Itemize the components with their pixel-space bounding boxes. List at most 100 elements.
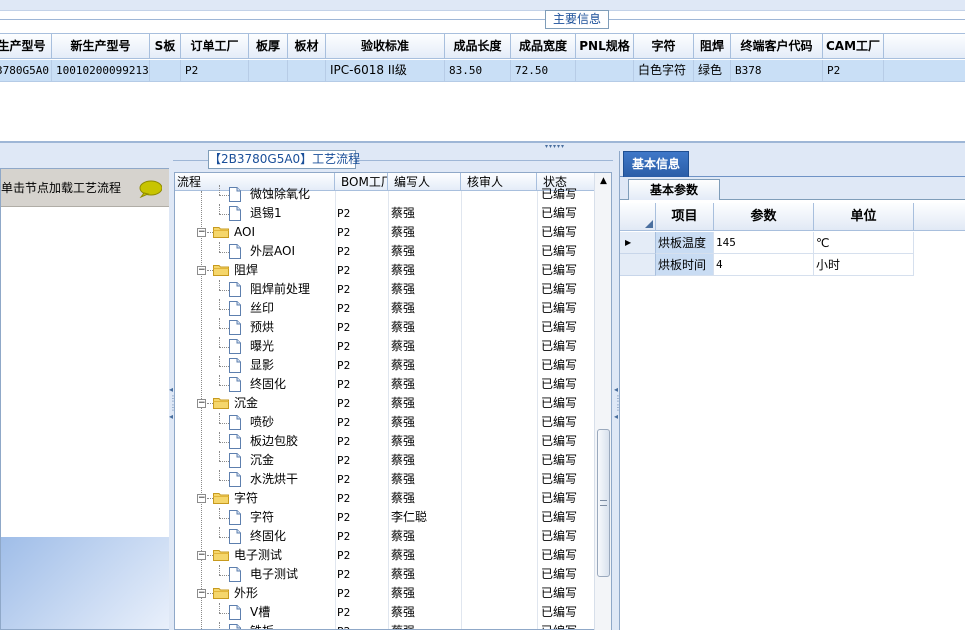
collapse-icon[interactable]: −	[197, 494, 206, 503]
tree-folder-row[interactable]: − 电子测试 P2 蔡强 已编写	[175, 546, 595, 565]
tree-step-row[interactable]: 水洗烘干 P2 蔡强 已编写	[175, 470, 595, 489]
tree-step-row[interactable]: 铣板 P2蔡强 已编写	[175, 622, 595, 629]
column-header[interactable]: 参数	[714, 203, 814, 231]
tree-folder-row[interactable]: − 阻焊 P2 蔡强 已编写	[175, 261, 595, 280]
folder-icon	[213, 265, 229, 276]
column-header[interactable]: 阻焊	[694, 34, 731, 59]
tree-folder-row[interactable]: − AOI P2 蔡强 已编写	[175, 223, 595, 242]
splitter-grip-icon[interactable]: ▾▾▾▾▾	[545, 144, 585, 150]
horizontal-splitter[interactable]	[0, 143, 965, 151]
column-header[interactable]: 终端客户代码	[731, 34, 823, 59]
collapse-left-icon[interactable]: ◂ ⋮ ⋮ ◂	[169, 385, 177, 545]
column-header[interactable]: 项目	[656, 203, 714, 231]
param-row[interactable]: ▶ 烘板温度 145 ℃	[620, 232, 965, 254]
status-cell: 已编写	[541, 301, 578, 315]
table-cell[interactable]	[576, 60, 634, 81]
table-cell[interactable]: B378	[731, 60, 823, 81]
status-cell: 已编写	[541, 567, 578, 581]
scroll-up-arrow-icon[interactable]: ▲	[595, 173, 612, 190]
table-cell[interactable]	[150, 60, 181, 81]
column-header[interactable]: 验收标准	[326, 34, 445, 59]
param-row[interactable]: 烘板时间 4 小时	[620, 254, 965, 276]
current-row-indicator-icon[interactable]: ▶	[620, 232, 656, 254]
collapse-right-icon[interactable]: ◂ ⋮ ⋮ ◂	[614, 385, 622, 545]
writer-cell: 蔡强	[391, 244, 416, 258]
tree-step-row[interactable]: 阻焊前处理 P2 蔡强 已编写	[175, 280, 595, 299]
tree-step-row[interactable]: 沉金 P2 蔡强 已编写	[175, 451, 595, 470]
column-header[interactable]: 生产型号	[0, 34, 52, 59]
tree-folder-row[interactable]: − 外形 P2 蔡强 已编写	[175, 584, 595, 603]
table-cell[interactable]	[249, 60, 288, 81]
tree-step-row[interactable]: V槽 P2 蔡强 已编写	[175, 603, 595, 622]
table-cell[interactable]: 3780G5A0	[0, 60, 52, 81]
table-cell[interactable]: P2	[823, 60, 884, 81]
column-header[interactable]: 字符	[634, 34, 694, 59]
param-unit-cell[interactable]: 小时	[814, 254, 914, 276]
status-cell: 已编写	[541, 586, 578, 600]
table-cell[interactable]: 72.50	[511, 60, 576, 81]
tree-step-row[interactable]: 电子测试 P2 蔡强 已编写	[175, 565, 595, 584]
collapse-icon[interactable]: −	[197, 589, 206, 598]
table-cell[interactable]: 10010200099213	[52, 60, 150, 81]
collapse-icon[interactable]: −	[197, 266, 206, 275]
tree-connector	[219, 204, 220, 214]
table-cell[interactable]: IPC-6018 II级	[326, 60, 445, 81]
tree-step-row[interactable]: 喷砂 P2 蔡强 已编写	[175, 413, 595, 432]
column-header[interactable]: PNL规格	[576, 34, 634, 59]
tree-step-row[interactable]: 字符 P2 李仁聪 已编写	[175, 508, 595, 527]
writer-cell: 蔡强	[391, 415, 416, 429]
table-cell[interactable]	[288, 60, 326, 81]
tree-step-row[interactable]: 微蚀除氧化 已编写	[175, 185, 595, 204]
scroll-thumb[interactable]	[597, 429, 610, 577]
column-header[interactable]: 新生产型号	[52, 34, 150, 59]
corner-triangle-icon	[645, 220, 653, 228]
tree-folder-row[interactable]: − 字符 P2 蔡强 已编写	[175, 489, 595, 508]
tree-folder-row[interactable]: − 沉金 P2 蔡强 已编写	[175, 394, 595, 413]
tree-step-row[interactable]: 退锡1 P2 蔡强 已编写	[175, 204, 595, 223]
column-header[interactable]: 板材	[288, 34, 326, 59]
tree-node-label: 终固化	[250, 377, 287, 391]
status-cell: 已编写	[541, 206, 578, 220]
collapse-icon[interactable]: −	[197, 399, 206, 408]
tree-node-label: V槽	[250, 605, 271, 619]
column-header[interactable]: 成品宽度	[511, 34, 576, 59]
param-item-cell[interactable]: 烘板时间	[656, 254, 714, 276]
param-value-cell[interactable]: 4	[714, 254, 814, 276]
column-header[interactable]: S板	[150, 34, 181, 59]
process-vertical-scrollbar[interactable]: ▲	[594, 173, 611, 630]
param-value-cell[interactable]: 145	[714, 232, 814, 254]
tree-step-row[interactable]: 曝光 P2 蔡强 已编写	[175, 337, 595, 356]
param-item-cell[interactable]: 烘板温度	[656, 232, 714, 254]
bom-factory-cell: P2	[337, 226, 351, 239]
tab-basic-info[interactable]: 基本信息	[623, 151, 689, 177]
main-info-row[interactable]: 3780G5A0 10010200099213 P2 IPC-6018 II级 83.5…	[0, 60, 965, 82]
tree-step-row[interactable]: 板边包胶 P2 蔡强 已编写	[175, 432, 595, 451]
collapse-icon[interactable]: −	[197, 228, 206, 237]
table-cell[interactable]: 绿色	[694, 60, 731, 81]
column-header[interactable]: 板厚	[249, 34, 288, 59]
collapse-icon[interactable]: −	[197, 551, 206, 560]
tree-connector	[219, 413, 220, 423]
table-cell[interactable]: P2	[181, 60, 249, 81]
table-cell[interactable]: 白色字符	[634, 60, 694, 81]
basic-info-panel: 基本信息 基本参数 项目 参数 单位 ▶ 烘板温度 145 ℃ 烘板时间 4 小时	[619, 151, 965, 630]
column-header[interactable]: CAM工厂	[823, 34, 884, 59]
status-cell: 已编写	[541, 622, 591, 629]
row-header[interactable]	[620, 254, 656, 276]
table-cell[interactable]: 83.50	[445, 60, 511, 81]
bom-factory-cell: P2	[337, 492, 351, 505]
tab-basic-params[interactable]: 基本参数	[628, 179, 720, 200]
writer-cell: 蔡强	[391, 358, 416, 372]
folder-icon	[213, 398, 229, 409]
tree-step-row[interactable]: 丝印 P2 蔡强 已编写	[175, 299, 595, 318]
column-header[interactable]: 成品长度	[445, 34, 511, 59]
column-header[interactable]: 单位	[814, 203, 914, 231]
column-header[interactable]: 订单工厂	[181, 34, 249, 59]
tree-step-row[interactable]: 显影 P2 蔡强 已编写	[175, 356, 595, 375]
tree-step-row[interactable]: 预烘 P2 蔡强 已编写	[175, 318, 595, 337]
tree-step-row[interactable]: 外层AOI P2 蔡强 已编写	[175, 242, 595, 261]
tree-node-label: 外层AOI	[250, 244, 295, 258]
tree-step-row[interactable]: 终固化 P2 蔡强 已编写	[175, 375, 595, 394]
tree-step-row[interactable]: 终固化 P2 蔡强 已编写	[175, 527, 595, 546]
param-unit-cell[interactable]: ℃	[814, 232, 914, 254]
